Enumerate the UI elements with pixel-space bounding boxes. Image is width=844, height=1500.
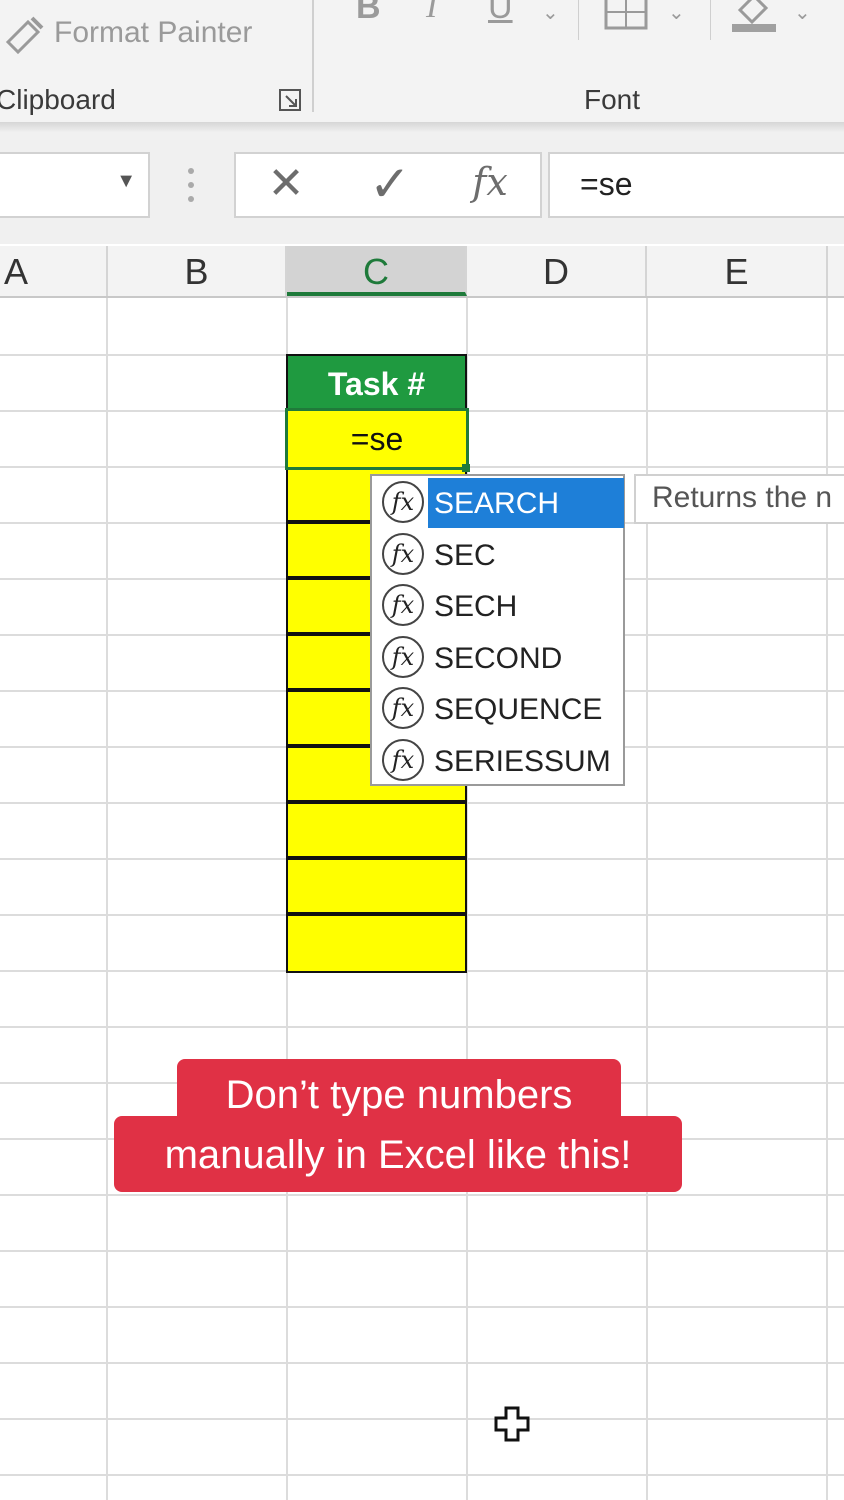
fill-color-icon[interactable] bbox=[730, 0, 780, 34]
column-header-d[interactable]: D bbox=[467, 246, 647, 296]
autocomplete-item-sech[interactable]: fx SECH bbox=[376, 581, 622, 631]
grid-line bbox=[0, 1194, 844, 1196]
caption-line-2: manually in Excel like this! bbox=[114, 1116, 682, 1192]
autocomplete-item-seriessum[interactable]: fx SERIESSUM bbox=[376, 736, 622, 786]
ribbon-separator bbox=[312, 0, 314, 112]
cancel-button[interactable]: ✕ bbox=[256, 154, 316, 214]
ribbon-shadow bbox=[0, 122, 844, 132]
insert-function-button[interactable]: fx bbox=[460, 152, 520, 212]
font-group-label: Font bbox=[584, 84, 641, 115]
autocomplete-item-label: SECOND bbox=[434, 642, 563, 675]
active-cell[interactable]: =se bbox=[285, 408, 469, 470]
bold-button[interactable]: B bbox=[356, 0, 381, 27]
fill-handle[interactable] bbox=[462, 464, 470, 472]
function-autocomplete-list: fx SEARCH fx SEC fx SECH fx SECOND fx SE… bbox=[370, 474, 625, 786]
paintbrush-icon bbox=[5, 16, 44, 55]
autocomplete-item-sequence[interactable]: fx SEQUENCE bbox=[376, 684, 622, 734]
autocomplete-item-label: SECH bbox=[434, 590, 518, 623]
autocomplete-item-label: SEARCH bbox=[428, 478, 624, 528]
grid-line bbox=[0, 1026, 844, 1028]
clipboard-group-label: Clipboard bbox=[0, 84, 116, 115]
function-icon: fx bbox=[382, 636, 424, 678]
column-header-c[interactable]: C bbox=[287, 246, 467, 296]
column-header-a[interactable]: A bbox=[0, 246, 108, 296]
chevron-down-icon[interactable]: ▼ bbox=[116, 170, 136, 193]
task-header-cell[interactable]: Task # bbox=[286, 354, 467, 411]
autocomplete-item-second[interactable]: fx SECOND bbox=[376, 633, 622, 683]
column-header-b[interactable]: B bbox=[108, 246, 287, 296]
ribbon: Format Painter Clipboard B I U ⌄ ⌄ ⌄ Fon… bbox=[0, 0, 844, 122]
column-headers: A B C D E bbox=[0, 246, 844, 298]
autocomplete-item-label: SEC bbox=[434, 539, 496, 572]
dialog-launcher-icon[interactable] bbox=[278, 88, 302, 112]
function-icon: fx bbox=[382, 584, 424, 626]
grid-line bbox=[0, 1474, 844, 1476]
formula-bar-row: ▼ ✕ ✓ fx =se bbox=[0, 132, 844, 244]
autocomplete-item-sec[interactable]: fx SEC bbox=[376, 530, 622, 580]
autocomplete-item-label: SERIESSUM bbox=[434, 745, 611, 778]
cell-cursor-icon bbox=[494, 1406, 530, 1442]
function-icon: fx bbox=[382, 739, 424, 781]
formula-input[interactable]: =se bbox=[548, 152, 844, 218]
grid-line bbox=[0, 1306, 844, 1308]
function-icon: fx bbox=[382, 687, 424, 729]
underline-button[interactable]: U bbox=[488, 0, 513, 27]
grid-line bbox=[106, 298, 108, 1500]
formula-buttons: ✕ ✓ fx bbox=[234, 152, 542, 218]
task-cell[interactable] bbox=[286, 858, 467, 914]
task-cell[interactable] bbox=[286, 914, 467, 973]
function-tooltip: Returns the n bbox=[634, 474, 844, 524]
italic-button[interactable]: I bbox=[426, 0, 437, 26]
autocomplete-item-search[interactable]: fx SEARCH bbox=[376, 478, 624, 528]
borders-icon[interactable] bbox=[604, 0, 648, 32]
function-icon: fx bbox=[382, 481, 424, 523]
chevron-down-icon[interactable]: ⌄ bbox=[794, 0, 811, 25]
chevron-down-icon[interactable]: ⌄ bbox=[668, 0, 685, 25]
grid-line bbox=[0, 1362, 844, 1364]
autocomplete-item-label: SEQUENCE bbox=[434, 693, 603, 726]
format-painter-button[interactable]: Format Painter bbox=[0, 6, 300, 62]
ribbon-separator bbox=[578, 0, 579, 40]
task-cell[interactable] bbox=[286, 802, 467, 858]
format-painter-label: Format Painter bbox=[54, 16, 253, 49]
chevron-down-icon[interactable]: ⌄ bbox=[542, 0, 559, 25]
more-options-icon[interactable] bbox=[188, 166, 196, 206]
enter-button[interactable]: ✓ bbox=[360, 154, 420, 214]
function-icon: fx bbox=[382, 533, 424, 575]
formula-value: =se bbox=[580, 166, 633, 202]
grid-line bbox=[0, 1250, 844, 1252]
ribbon-separator bbox=[710, 0, 711, 40]
column-header-e[interactable]: E bbox=[647, 246, 828, 296]
grid-line bbox=[0, 1418, 844, 1420]
name-box[interactable]: ▼ bbox=[0, 152, 150, 218]
